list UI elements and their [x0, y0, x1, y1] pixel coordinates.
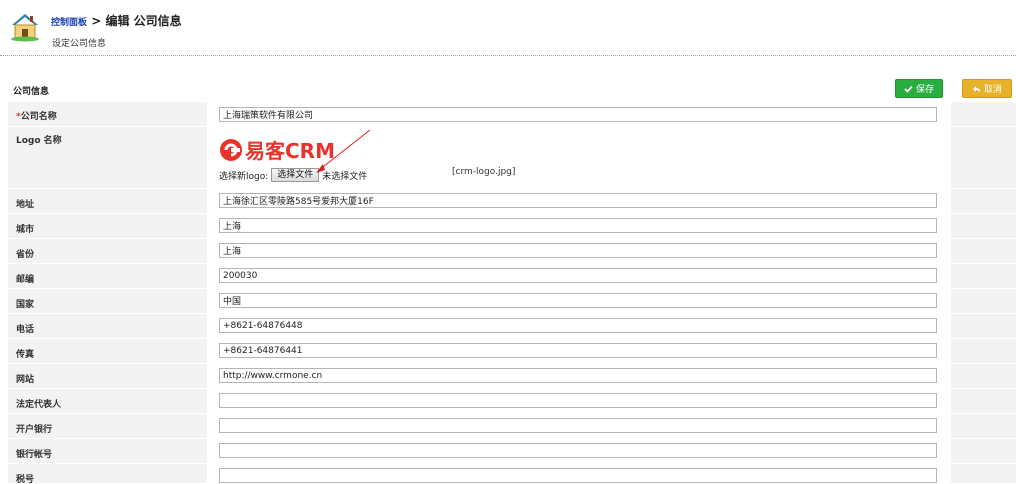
choose-file-button[interactable]: 选择文件 [271, 168, 320, 182]
section-title: 公司信息 [13, 87, 50, 97]
postcode-label: 邮编 [16, 275, 35, 285]
save-button[interactable]: 保存 [895, 79, 943, 98]
province-label: 省份 [16, 250, 35, 260]
form-row-legal-rep: 法定代表人 [8, 389, 1016, 414]
form-row-city: 城市 [8, 214, 1016, 239]
choose-logo-label: 选择新logo: [219, 171, 269, 182]
phone-input[interactable] [219, 318, 937, 333]
logo-file-chooser: 选择新logo: 选择文件 未选择文件 [219, 168, 367, 182]
company-name-label: *公司名称 [16, 112, 57, 122]
legal-rep-label: 法定代表人 [16, 400, 62, 410]
fax-input[interactable] [219, 343, 937, 358]
legal-rep-input[interactable] [219, 393, 937, 408]
form-row-fax: 传真 [8, 339, 1016, 364]
page-title: 编辑 公司信息 [105, 14, 182, 28]
form-row-postcode: 邮编 [8, 264, 1016, 289]
breadcrumb-link-control-panel[interactable]: 控制面板 [51, 18, 87, 28]
website-input[interactable] [219, 368, 937, 383]
city-input[interactable] [219, 218, 937, 233]
postcode-input[interactable] [219, 268, 937, 283]
logo-text: 易客CRM [245, 139, 335, 163]
tax-no-label: 税号 [16, 475, 35, 484]
bank-account-label: 银行帐号 [16, 450, 53, 460]
form-row-company-name: *公司名称 [8, 102, 1016, 127]
bank-input[interactable] [219, 418, 937, 433]
website-label: 网站 [16, 375, 35, 385]
no-file-text: 未选择文件 [322, 171, 368, 182]
city-label: 城市 [16, 225, 35, 235]
current-logo-filename: [crm-logo.jpg] [452, 167, 516, 177]
tax-no-input[interactable] [219, 468, 937, 483]
check-icon [904, 85, 913, 93]
cancel-button-label: 取消 [983, 85, 1002, 95]
country-label: 国家 [16, 300, 35, 310]
save-button-label: 保存 [915, 85, 934, 95]
country-input[interactable] [219, 293, 937, 308]
form-row-country: 国家 [8, 289, 1016, 314]
company-logo: 易客CRM [220, 139, 335, 163]
company-name-input[interactable] [219, 107, 937, 122]
form-row-province: 省份 [8, 239, 1016, 264]
page-header: 控制面板 > 编辑 公司信息 设定公司信息 [0, 0, 1016, 56]
breadcrumb: 控制面板 > 编辑 公司信息 [51, 12, 182, 29]
form-row-bank: 开户银行 [8, 414, 1016, 439]
form-row-website: 网站 [8, 364, 1016, 389]
form-row-phone: 电话 [8, 314, 1016, 339]
province-input[interactable] [219, 243, 937, 258]
form-row-logo: Logo 名称 易客CRM 选择新logo: 选择文件 未选择文件 [crm-l… [8, 127, 1016, 189]
address-input[interactable] [219, 193, 937, 208]
phone-label: 电话 [16, 325, 35, 335]
undo-icon [972, 85, 980, 92]
form-row-address: 地址 [8, 189, 1016, 214]
logo-label: Logo 名称 [16, 136, 62, 146]
bank-label: 开户银行 [16, 425, 53, 435]
form-row-tax-no: 税号 [8, 464, 1016, 484]
form-row-bank-account: 银行帐号 [8, 439, 1016, 464]
bank-account-input[interactable] [219, 443, 937, 458]
page-subtitle: 设定公司信息 [52, 39, 107, 49]
address-label: 地址 [16, 200, 35, 210]
cancel-button[interactable]: 取消 [962, 79, 1012, 98]
home-icon [11, 14, 39, 42]
breadcrumb-separator: > [91, 14, 102, 28]
fax-label: 传真 [16, 350, 35, 360]
